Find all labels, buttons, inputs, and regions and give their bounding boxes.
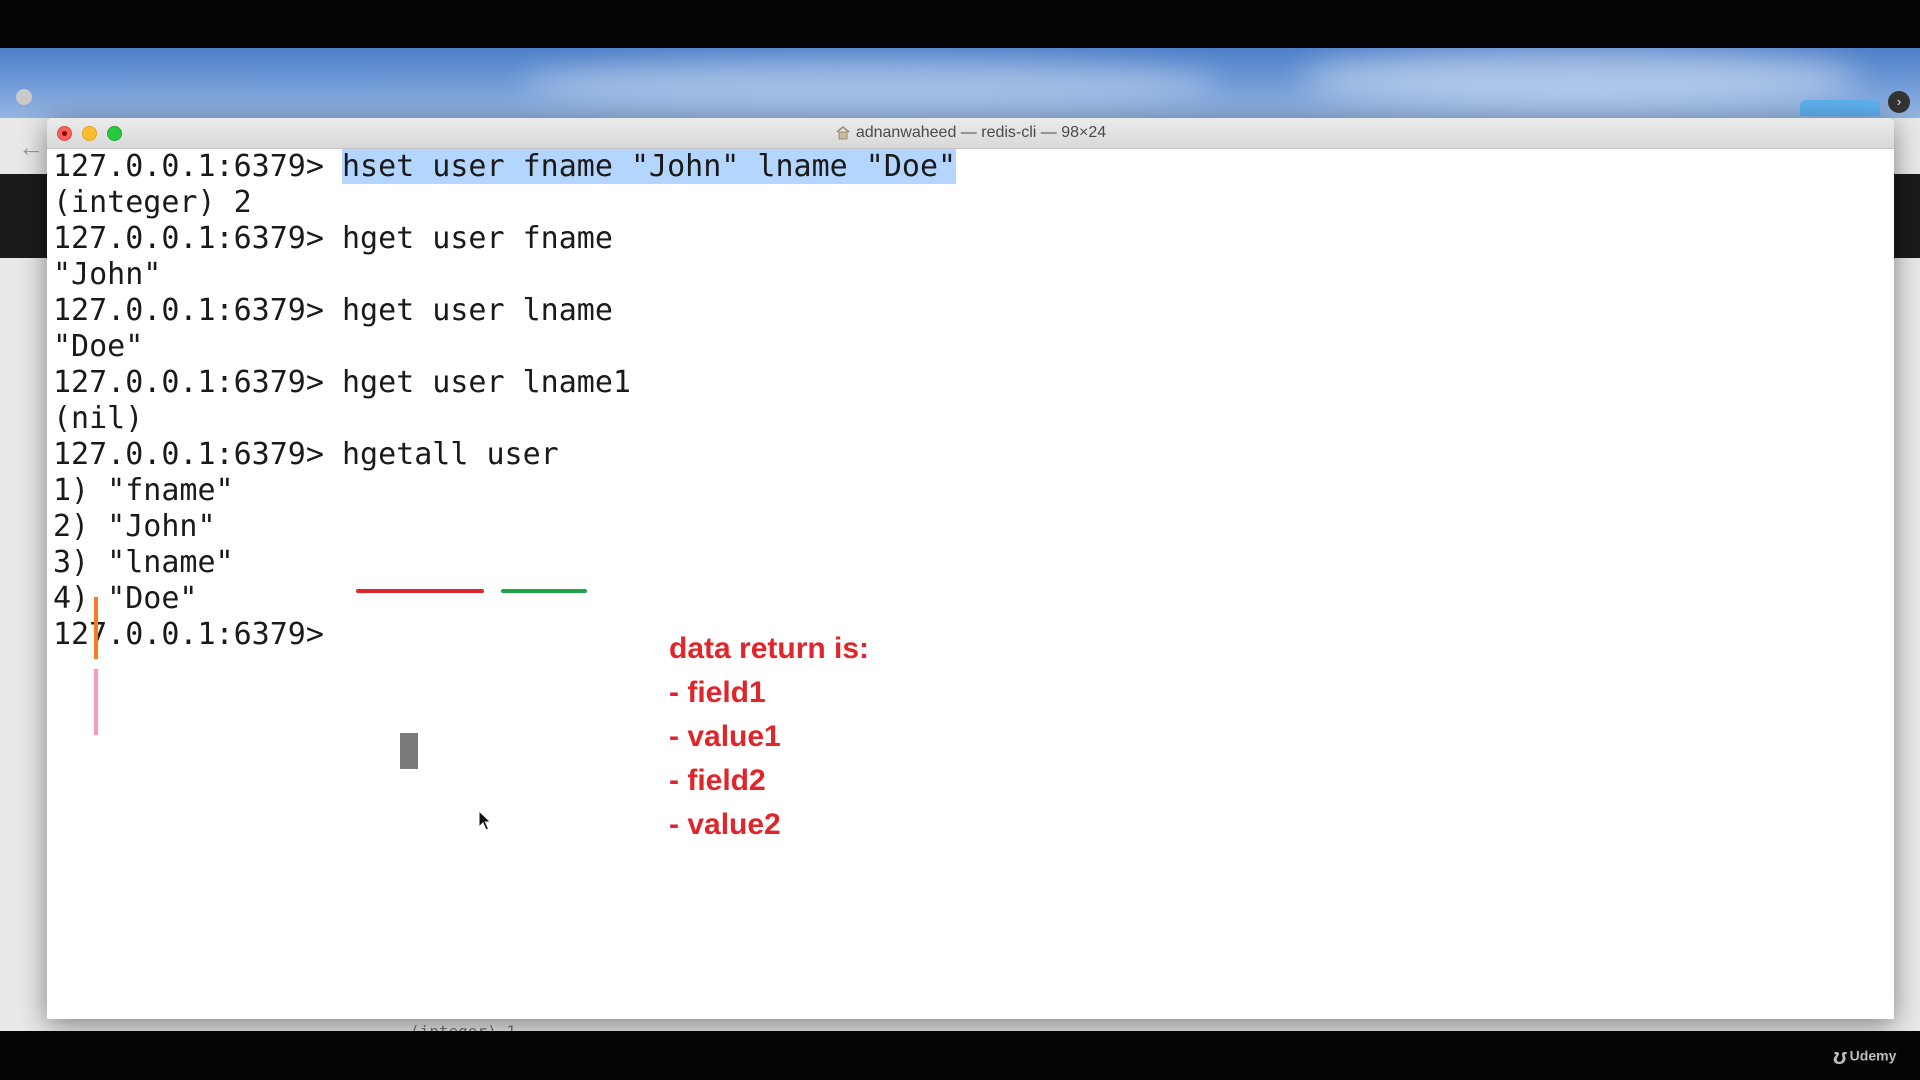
terminal-line: (integer) 2 — [53, 185, 252, 220]
pair1-bracket-annotation — [94, 597, 98, 659]
terminal-line: 2) "John" — [53, 509, 216, 544]
terminal-line: 4) "Doe" — [53, 581, 198, 616]
selected-command: hset user fname "John" lname "Doe" — [341, 149, 957, 184]
annotation-item: - value1 — [669, 720, 781, 753]
terminal-window[interactable]: adnanwaheed — redis-cli — 98×24 127.0.0.… — [47, 118, 1894, 1019]
terminal-cursor — [400, 733, 418, 769]
terminal-line: 127.0.0.1:6379> hgetall user — [53, 437, 559, 472]
user-underline-annotation — [501, 589, 587, 593]
terminal-content[interactable]: 127.0.0.1:6379> hset user fname "John" l… — [47, 149, 1894, 1019]
terminal-line: 1) "fname" — [53, 473, 234, 508]
background-window-dot — [16, 89, 32, 105]
annotation-item: - field2 — [669, 764, 766, 797]
udemy-logo: ʊ Udemy — [1833, 1044, 1897, 1069]
terminal-line: 3) "lname" — [53, 545, 234, 580]
video-bottom-letterbox — [0, 1031, 1920, 1080]
annotation-item: - field1 — [669, 676, 766, 709]
annotation-title: data return is: — [669, 632, 870, 665]
terminal-line: 127.0.0.1:6379> hget user lname — [53, 293, 613, 328]
data-return-annotation: data return is: - field1 - value1 - fiel… — [669, 627, 869, 847]
cloud-decoration — [1300, 48, 1860, 108]
annotation-item: - value2 — [669, 808, 781, 841]
window-title: adnanwaheed — redis-cli — 98×24 — [47, 118, 1894, 148]
background-circle-icon: › — [1888, 91, 1910, 113]
home-icon — [836, 126, 850, 140]
desktop-folder-icon — [1800, 100, 1880, 116]
cloud-decoration — [520, 58, 1220, 108]
terminal-line: 127.0.0.1:6379> hset user fname "John" l… — [53, 149, 957, 184]
window-title-text: adnanwaheed — redis-cli — 98×24 — [855, 124, 1107, 141]
back-arrow-icon: ← — [18, 132, 44, 162]
terminal-line: (nil) — [53, 401, 144, 436]
video-top-letterbox — [0, 0, 1920, 48]
udemy-logo-icon: ʊ — [1833, 1044, 1847, 1069]
terminal-line: 127.0.0.1:6379> hget user fname — [53, 221, 613, 256]
window-titlebar[interactable]: adnanwaheed — redis-cli — 98×24 — [47, 118, 1894, 149]
hgetall-underline-annotation — [356, 589, 484, 593]
pair2-bracket-annotation — [94, 669, 98, 735]
mouse-pointer-icon — [478, 810, 492, 831]
terminal-line: "John" — [53, 257, 162, 292]
terminal-line: 127.0.0.1:6379> hget user lname1 — [53, 365, 631, 400]
terminal-line: "Doe" — [53, 329, 144, 364]
